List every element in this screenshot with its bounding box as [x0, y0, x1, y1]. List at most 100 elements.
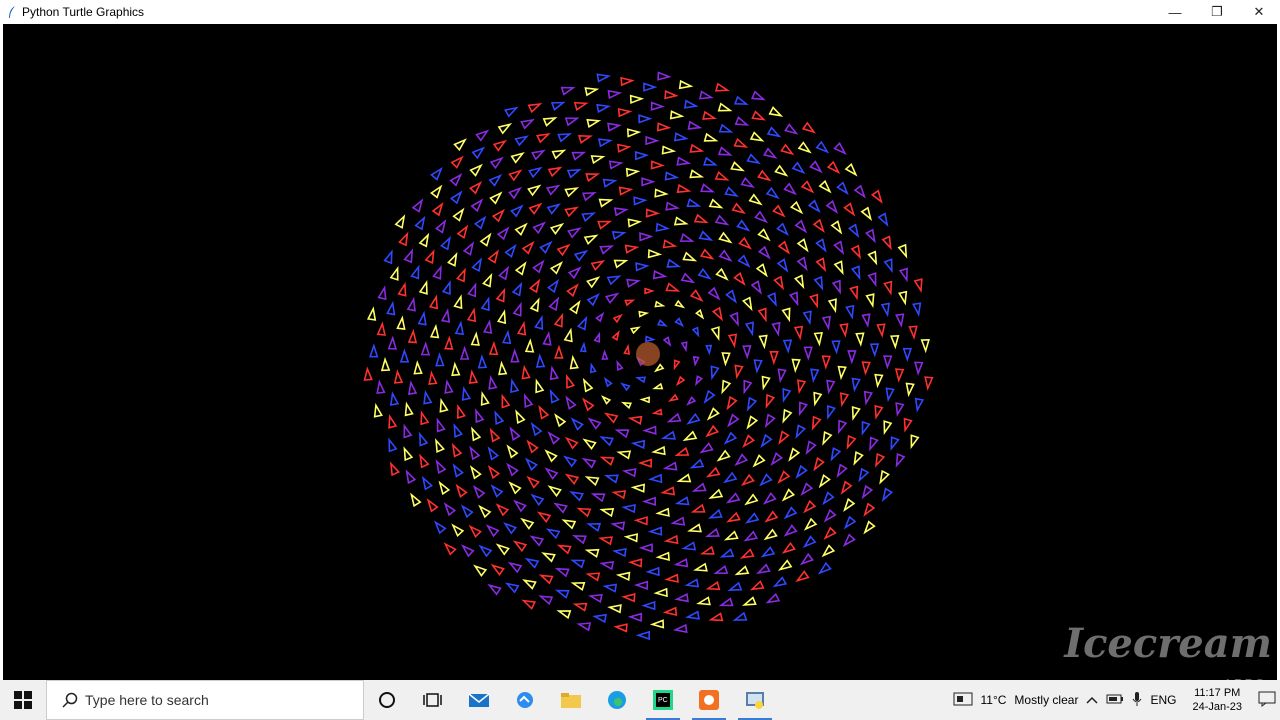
turtle-stamp — [393, 369, 404, 384]
turtle-stamp — [781, 541, 796, 554]
turtle-stamp — [826, 405, 836, 420]
turtle-stamp — [570, 581, 586, 591]
turtle-stamp — [617, 107, 633, 118]
turtle-stamp — [647, 248, 663, 259]
turtle-stamp — [734, 364, 744, 380]
turtle-stamp — [753, 359, 763, 374]
turtle-stamp — [433, 520, 447, 535]
minimize-button[interactable]: — — [1154, 0, 1196, 24]
turtle-stamp — [623, 533, 639, 543]
turtle-stamp — [770, 452, 784, 466]
turtle-stamp — [721, 379, 732, 395]
turtle-stamp — [547, 431, 561, 445]
turtle-stamp — [526, 475, 540, 489]
window-title: Python Turtle Graphics — [22, 5, 145, 19]
cortana-icon[interactable] — [364, 680, 410, 720]
turtle-stamp — [616, 450, 632, 460]
python-idle-icon[interactable] — [732, 680, 778, 720]
taskbar-clock[interactable]: 11:17 PM 24-Jan-23 — [1188, 686, 1246, 714]
turtle-stamp — [822, 491, 835, 506]
turtle-stamp — [475, 408, 485, 424]
turtle-stamp — [752, 454, 766, 468]
turtle-stamp — [812, 218, 825, 233]
turtle-stamp — [687, 120, 703, 130]
turtle-stamp — [830, 220, 843, 235]
chevron-up-icon[interactable] — [1086, 693, 1098, 707]
turtle-stamp — [624, 244, 640, 254]
turtle-stamp — [800, 482, 814, 497]
turtle-stamp — [846, 434, 857, 450]
weather-text[interactable]: Mostly clear — [1014, 693, 1078, 707]
file-explorer-icon[interactable] — [548, 680, 594, 720]
turtle-stamp — [699, 545, 715, 555]
notification-icon[interactable] — [1258, 691, 1276, 710]
taskbar-search-box[interactable]: Type here to search — [46, 680, 364, 720]
turtle-stamp — [565, 373, 576, 389]
turtle-stamp — [654, 188, 669, 198]
turtle-stamp — [469, 445, 481, 461]
turtle-stamp — [526, 439, 539, 454]
mail-icon[interactable] — [456, 680, 502, 720]
turtle-stamp — [761, 375, 771, 391]
turtle-stamp — [782, 387, 792, 403]
turtle-stamp — [714, 170, 730, 181]
turtle-stamp — [599, 245, 615, 255]
turtle-stamp — [482, 272, 493, 288]
turtle-stamp — [809, 160, 823, 174]
edge-legacy-icon[interactable] — [502, 680, 548, 720]
turtle-stamp — [604, 292, 620, 305]
turtle-stamp — [561, 519, 577, 530]
turtle-stamp — [774, 164, 789, 177]
turtle-stamp — [541, 552, 556, 563]
turtle-stamp — [560, 86, 576, 96]
turtle-stamp — [860, 206, 873, 221]
restore-button[interactable]: ❐ — [1196, 0, 1238, 24]
turtle-stamp — [527, 103, 543, 114]
turtle-stamp — [520, 517, 535, 530]
turtle-stamp — [749, 131, 765, 142]
turtle-stamp — [428, 370, 438, 385]
turtle-stamp — [881, 487, 894, 502]
turtle-stamp — [573, 249, 589, 262]
turtle-stamp — [508, 481, 522, 495]
turtle-stamp — [879, 469, 890, 485]
turtle-stamp — [438, 480, 451, 496]
turtle-stamp — [545, 184, 561, 196]
turtle-stamp — [765, 393, 776, 409]
turtle-stamp — [650, 101, 665, 111]
turtle-stamp — [394, 214, 406, 229]
turtle-stamp — [652, 270, 668, 280]
turtle-stamp — [764, 413, 776, 429]
edge-icon[interactable] — [594, 680, 640, 720]
turtle-stamp — [791, 358, 801, 374]
turtle-stamp — [553, 502, 568, 514]
feather-icon — [4, 4, 20, 20]
turtle-stamp — [836, 181, 849, 196]
turtle-stamp — [633, 196, 648, 206]
turtle-stamp — [652, 382, 664, 390]
turtle-stamp — [380, 356, 391, 372]
start-button[interactable] — [0, 680, 46, 720]
close-button[interactable]: ✕ — [1238, 0, 1280, 24]
turtle-stamp — [758, 334, 768, 350]
language-indicator[interactable]: ENG — [1150, 693, 1176, 707]
weather-temp[interactable]: 11°C — [981, 693, 1007, 707]
turtle-stamp — [733, 137, 749, 148]
turtle-stamp — [744, 512, 760, 524]
turtle-stamp — [582, 377, 594, 393]
turtle-stamp — [617, 143, 632, 153]
microphone-icon[interactable] — [1132, 691, 1142, 710]
turtle-stamp — [414, 215, 426, 231]
turtle-stamp — [439, 397, 449, 413]
weather-icon[interactable] — [953, 692, 973, 709]
turtle-stamp — [797, 141, 812, 154]
turtle-stamp — [627, 218, 643, 228]
battery-icon[interactable] — [1106, 693, 1124, 708]
app-orange-icon[interactable] — [686, 680, 732, 720]
turtle-stamp — [763, 528, 778, 541]
turtle-stamp — [837, 365, 847, 381]
turtle-stamp — [914, 397, 925, 413]
pycharm-icon[interactable]: PC — [640, 680, 686, 720]
task-view-icon[interactable] — [410, 680, 456, 720]
turtle-stamp — [487, 249, 500, 264]
